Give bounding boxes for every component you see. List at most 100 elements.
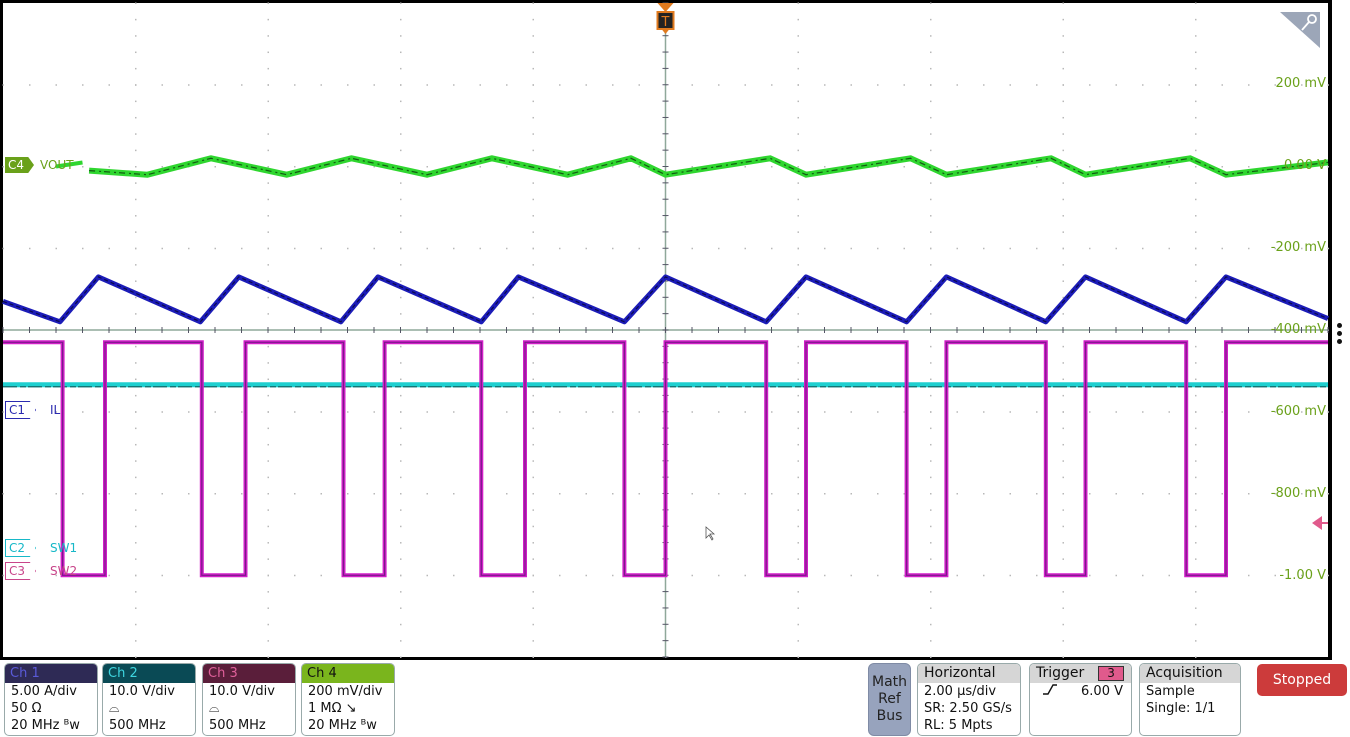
grid-dot bbox=[797, 296, 799, 299]
grid-dot bbox=[267, 264, 269, 266]
grid-dot bbox=[267, 591, 269, 593]
grid-dot bbox=[267, 558, 269, 560]
grid-dot bbox=[797, 116, 799, 119]
grid-dot bbox=[612, 411, 614, 413]
channel-tag-c1[interactable]: C1 IL bbox=[5, 401, 60, 419]
grid-dot bbox=[400, 215, 402, 217]
rising-edge-icon bbox=[1036, 683, 1058, 700]
grid-dot bbox=[1115, 247, 1117, 250]
grid-dot bbox=[930, 411, 932, 413]
grid-dot bbox=[956, 411, 958, 413]
grid-dot bbox=[797, 215, 799, 217]
grid-dot bbox=[135, 427, 137, 430]
grid-dot bbox=[1221, 247, 1223, 250]
grid-dot bbox=[797, 394, 799, 397]
grid-dot bbox=[797, 378, 799, 381]
grid-dot bbox=[532, 100, 534, 103]
grid-dot bbox=[320, 247, 322, 250]
grid-dot bbox=[1142, 247, 1144, 250]
grid-dot bbox=[135, 558, 137, 560]
grid-dot bbox=[638, 411, 640, 413]
channel-tag-c3[interactable]: C3 SW2 bbox=[5, 562, 77, 580]
grid-dot bbox=[559, 411, 561, 413]
grid-dot bbox=[400, 182, 402, 184]
grid-dot bbox=[1168, 84, 1170, 86]
channel-3-scale: 10.0 V/div bbox=[209, 684, 275, 699]
grid-dot bbox=[82, 166, 84, 168]
grid-dot bbox=[983, 574, 985, 577]
trigger-badge[interactable]: Trigger 3 6.00 V bbox=[1029, 663, 1132, 736]
grid-dot bbox=[1036, 166, 1038, 168]
more-options-icon[interactable] bbox=[1336, 323, 1344, 347]
channel-4-badge[interactable]: Ch 4 200 mV/div 1 MΩ ↘ 20 MHz ᴮw bbox=[301, 663, 395, 736]
trigger-level-row: 6.00 V bbox=[1030, 683, 1131, 700]
grid-dot bbox=[1195, 558, 1197, 560]
grid-dot bbox=[930, 525, 932, 528]
grid-dot bbox=[400, 345, 402, 348]
grid-dot bbox=[1248, 411, 1250, 413]
grid-dot bbox=[400, 231, 402, 233]
grid-dot bbox=[797, 133, 799, 135]
grid-dot bbox=[135, 607, 137, 609]
grid-dot bbox=[1062, 231, 1064, 233]
grid-dot bbox=[267, 525, 269, 528]
grid-dot bbox=[1195, 378, 1197, 381]
channel-2-badge[interactable]: Ch 2 10.0 V/div ⌓ 500 MHz bbox=[102, 663, 196, 736]
acquisition-badge[interactable]: Acquisition Sample Single: 1/1 bbox=[1139, 663, 1241, 736]
grid-dot bbox=[241, 493, 243, 495]
grid-dot bbox=[930, 656, 932, 658]
grid-dot bbox=[585, 574, 587, 577]
grid-dot bbox=[718, 247, 720, 250]
grid-dot bbox=[903, 166, 905, 168]
math-ref-bus-button[interactable]: Math Ref Bus bbox=[868, 663, 911, 736]
grid-dot bbox=[373, 411, 375, 413]
grid-dot bbox=[135, 18, 137, 21]
grid-dot bbox=[135, 476, 137, 479]
trigger-source-badge: 3 bbox=[1098, 666, 1124, 681]
grid-dot bbox=[161, 166, 163, 168]
grid-dot bbox=[214, 84, 216, 86]
grid-dot bbox=[718, 493, 720, 495]
grid-dot bbox=[135, 247, 137, 250]
grid-dot bbox=[241, 84, 243, 86]
grid-dot bbox=[797, 35, 799, 37]
channel-tag-id: C3 bbox=[5, 562, 37, 580]
grid-dot bbox=[1195, 84, 1197, 86]
run-stop-status-button[interactable]: Stopped bbox=[1257, 664, 1347, 696]
grid-dot bbox=[29, 84, 31, 86]
channel-tag-c2[interactable]: C2 SW1 bbox=[5, 539, 77, 557]
waveform-display[interactable]: T 200 mV 0.00 V -200 mV -400 mV -600 mV … bbox=[0, 0, 1350, 660]
grid-dot bbox=[532, 149, 534, 152]
channel-tag-name: VOUT bbox=[40, 158, 74, 172]
grid-dot bbox=[956, 247, 958, 250]
channel-1-scale: 5.00 A/div bbox=[11, 684, 77, 699]
channel-3-bandwidth: 500 MHz bbox=[209, 718, 266, 733]
grid-dot bbox=[135, 280, 137, 282]
grid-dot bbox=[532, 133, 534, 135]
grid-dot bbox=[1009, 411, 1011, 413]
grid-dot bbox=[135, 378, 137, 381]
grid-dot bbox=[1168, 166, 1170, 168]
grid-dot bbox=[82, 493, 84, 495]
channel-tag-c4[interactable]: C4 VOUT bbox=[5, 156, 74, 174]
grid-dot bbox=[1062, 623, 1064, 626]
grid-dot bbox=[532, 394, 534, 397]
y-axis-label: -600 mV bbox=[1270, 404, 1326, 419]
grid-dot bbox=[1062, 460, 1064, 462]
horizontal-badge[interactable]: Horizontal 2.00 µs/div SR: 2.50 GS/s RL:… bbox=[917, 663, 1021, 736]
grid-dot bbox=[1062, 411, 1064, 413]
grid-dot bbox=[1142, 574, 1144, 577]
channel-3-badge[interactable]: Ch 3 10.0 V/div ⌓ 500 MHz bbox=[202, 663, 296, 736]
grid-dot bbox=[1274, 574, 1276, 577]
channel-1-badge[interactable]: Ch 1 5.00 A/div 50 Ω 20 MHz ᴮw bbox=[4, 663, 98, 736]
grid-dot bbox=[612, 247, 614, 250]
grid-dot bbox=[1195, 640, 1197, 642]
grid-dot bbox=[718, 574, 720, 577]
grid-dot bbox=[797, 51, 799, 54]
grid-dot bbox=[877, 84, 879, 86]
grid-dot bbox=[267, 280, 269, 282]
grid-dot bbox=[400, 100, 402, 103]
channel-4-bandwidth: 20 MHz ᴮw bbox=[308, 718, 377, 733]
grid-dot bbox=[1089, 493, 1091, 495]
grid-dot bbox=[1195, 411, 1197, 413]
